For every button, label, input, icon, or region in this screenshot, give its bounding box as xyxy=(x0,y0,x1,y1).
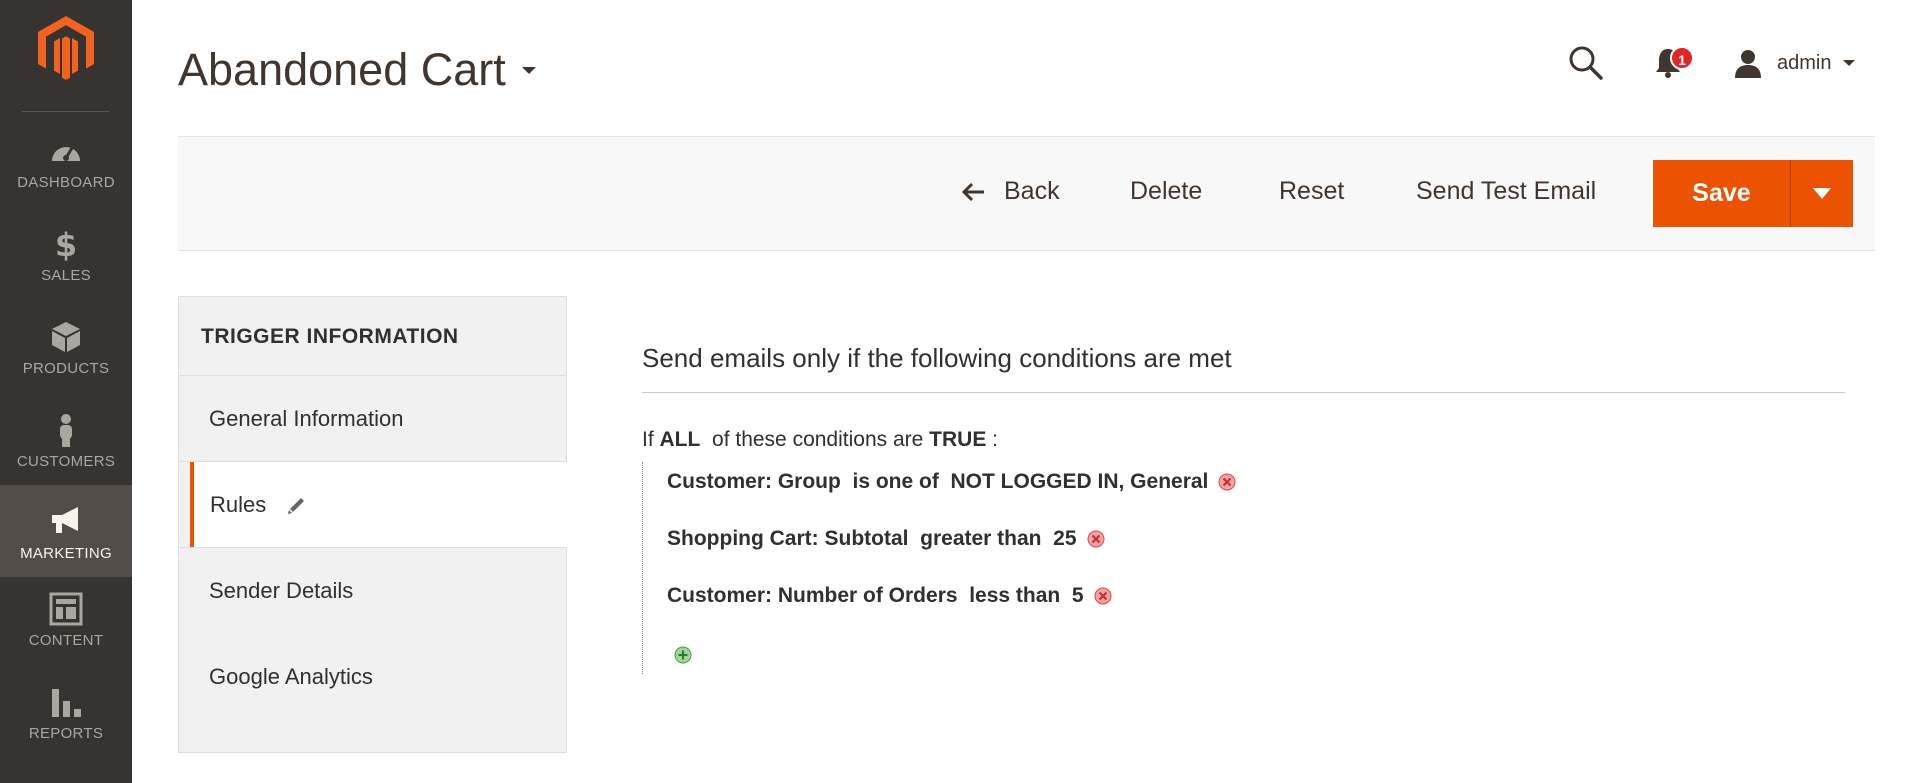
megaphone-icon xyxy=(52,507,78,533)
tab-google-analytics[interactable]: Google Analytics xyxy=(179,634,566,719)
nav-reports[interactable]: REPORTS xyxy=(0,671,132,763)
page-title: Abandoned Cart xyxy=(178,44,506,95)
condition-text[interactable]: Customer: Number of Orders less than 5 xyxy=(667,584,1084,608)
page-title-switcher[interactable]: Abandoned Cart xyxy=(178,44,536,96)
tab-rules[interactable]: Rules xyxy=(190,462,578,547)
save-split-button: Save xyxy=(1653,160,1853,227)
search-button[interactable] xyxy=(1568,45,1604,86)
condition-text[interactable]: Shopping Cart: Subtotal greater than 25 xyxy=(667,527,1077,551)
nav-label: DASHBOARD xyxy=(17,174,115,191)
chevron-down-icon xyxy=(1843,60,1856,66)
chevron-down-icon xyxy=(1813,188,1831,199)
conditions-header-suffix: : xyxy=(986,428,998,451)
user-account-menu[interactable]: admin xyxy=(1733,48,1856,78)
pencil-icon xyxy=(288,497,305,514)
tab-sender-details[interactable]: Sender Details xyxy=(179,548,566,633)
conditions-tree-line xyxy=(642,462,644,674)
condition-row: Customer: Number of Orders less than 5 xyxy=(667,584,1112,608)
remove-condition-icon[interactable] xyxy=(1087,530,1105,548)
back-button[interactable]: Back xyxy=(960,177,1060,206)
admin-sidebar: DASHBOARD $ SALES PRODUCTS CUSTOMERS MAR… xyxy=(0,0,132,783)
arrow-left-icon xyxy=(961,182,984,201)
person-icon xyxy=(60,414,72,447)
tab-label: Google Analytics xyxy=(209,663,373,689)
send-test-email-button[interactable]: Send Test Email xyxy=(1416,177,1596,206)
conditions-header-middle: of these conditions are xyxy=(700,428,930,451)
tabs-title: TRIGGER INFORMATION xyxy=(201,325,459,348)
nav-sales[interactable]: $ SALES xyxy=(0,215,132,307)
nav-products[interactable]: PRODUCTS xyxy=(0,308,132,400)
nav-label: CONTENT xyxy=(28,632,104,649)
remove-condition-icon[interactable] xyxy=(1218,473,1236,491)
condition-row: Customer: Group is one of NOT LOGGED IN,… xyxy=(667,470,1236,494)
dashboard-icon xyxy=(52,147,80,161)
nav-label: SALES xyxy=(41,267,91,284)
box-icon xyxy=(52,322,80,352)
page-actions-bar: Back Delete Reset Send Test Email Save xyxy=(178,136,1875,251)
save-button[interactable]: Save xyxy=(1653,160,1791,227)
save-options-toggle[interactable] xyxy=(1791,160,1853,227)
nav-label: PRODUCTS xyxy=(22,360,110,377)
condition-row: Shopping Cart: Subtotal greater than 25 xyxy=(667,527,1105,551)
reset-label: Reset xyxy=(1279,177,1345,205)
dollar-icon: $ xyxy=(55,227,77,261)
trigger-information-tabs: TRIGGER INFORMATION General Information … xyxy=(178,296,578,753)
aggregator-select[interactable]: ALL xyxy=(660,428,701,451)
svg-text:$: $ xyxy=(55,227,77,261)
remove-condition-icon[interactable] xyxy=(1094,587,1112,605)
nav-label: REPORTS xyxy=(28,725,104,742)
delete-button[interactable]: Delete xyxy=(1130,177,1202,206)
magento-logo[interactable] xyxy=(38,16,94,80)
user-icon xyxy=(1735,50,1761,78)
tab-label: Rules xyxy=(210,491,267,517)
chevron-down-icon xyxy=(521,66,536,74)
section-title: Send emails only if the following condit… xyxy=(642,343,1232,373)
tab-label: Sender Details xyxy=(209,577,354,603)
conditions-header-prefix: If xyxy=(642,428,660,451)
tab-label: General Information xyxy=(209,405,404,431)
condition-text[interactable]: Customer: Group is one of NOT LOGGED IN,… xyxy=(667,470,1208,494)
notification-count-badge: 1 xyxy=(1670,46,1694,70)
add-condition-icon[interactable] xyxy=(674,646,692,664)
nav-label: MARKETING xyxy=(20,545,112,562)
user-name: admin xyxy=(1777,51,1832,74)
value-select[interactable]: TRUE xyxy=(929,428,986,451)
bar-chart-icon xyxy=(52,689,81,717)
send-test-email-label: Send Test Email xyxy=(1416,177,1597,205)
reset-button[interactable]: Reset xyxy=(1279,177,1344,206)
nav-dashboard[interactable]: DASHBOARD xyxy=(0,122,132,214)
delete-label: Delete xyxy=(1130,177,1203,205)
layout-icon xyxy=(49,592,83,626)
nav-marketing[interactable]: MARKETING xyxy=(0,485,132,577)
conditions-header: If ALL of these conditions are TRUE : xyxy=(642,428,998,452)
search-icon xyxy=(1569,46,1603,80)
sidebar-divider xyxy=(22,111,110,112)
tab-general-information[interactable]: General Information xyxy=(179,376,566,461)
nav-label: CUSTOMERS xyxy=(16,453,116,470)
back-label: Back xyxy=(1004,177,1060,205)
section-divider xyxy=(642,392,1845,393)
nav-content[interactable]: CONTENT xyxy=(0,578,132,670)
nav-customers[interactable]: CUSTOMERS xyxy=(0,401,132,493)
